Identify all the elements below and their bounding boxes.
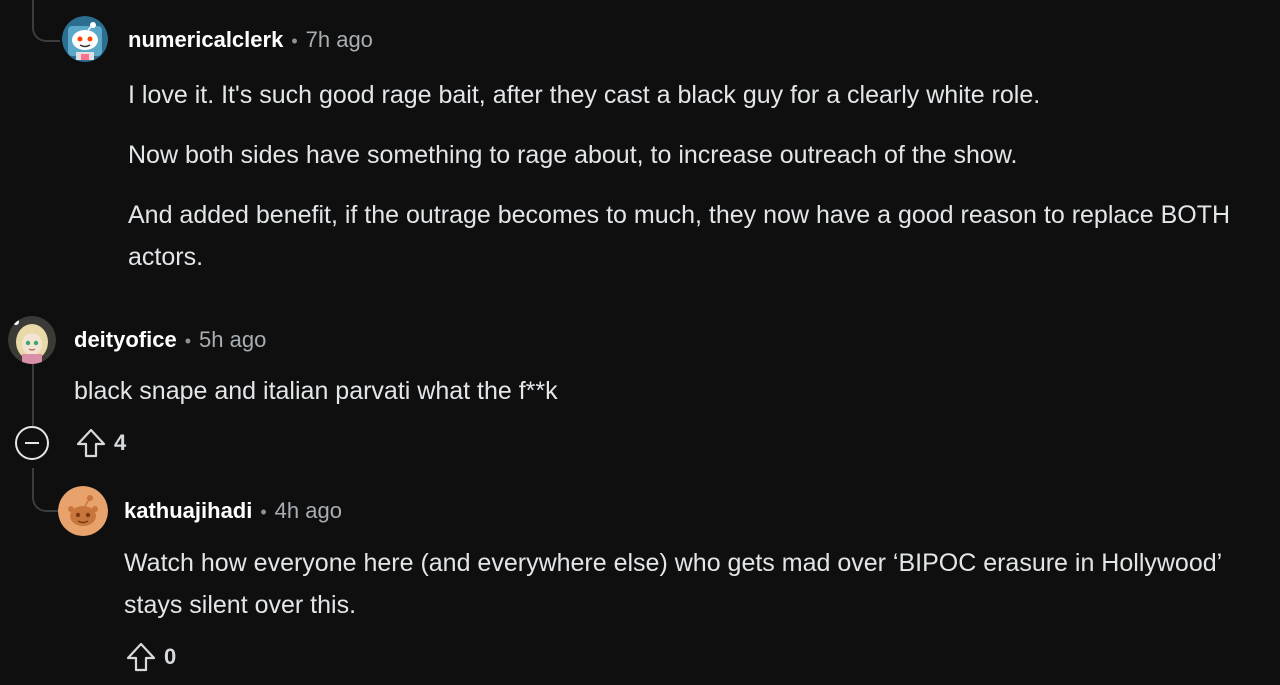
comment-paragraph: And added benefit, if the outrage become… [128,201,1231,271]
vote-bar: 4 [74,426,126,460]
vote-count: 0 [164,644,177,669]
comment-paragraph: I love it. It's such good rage bait, aft… [128,81,1041,109]
vote-bar: 0 [124,640,176,674]
reddit-robot-avatar-icon [62,16,108,62]
collapse-thread-button[interactable] [15,426,49,460]
comment-meta: numericalclerk • 7h ago [128,27,373,53]
comment-paragraph: Now both sides have something to rage ab… [128,141,1018,169]
username-link[interactable]: numericalclerk [128,27,283,53]
separator-dot: • [184,331,192,351]
username-link[interactable]: deityofice [74,327,177,353]
upvote-icon[interactable] [74,426,108,460]
avatar-kathuajihadi[interactable] [58,486,108,536]
timestamp[interactable]: 5h ago [199,327,266,353]
anime-character-avatar-icon [8,316,56,364]
thread-connector [32,0,60,42]
avatar-deityofice[interactable] [8,316,56,364]
upvote-icon[interactable] [124,640,158,674]
separator-dot: • [260,502,267,522]
comment-meta: deityofice • 5h ago [74,327,266,353]
thread-connector [32,468,60,512]
username-link[interactable]: kathuajihadi [124,498,252,524]
vote-count: 4 [114,430,127,455]
comment-meta: kathuajihadi • 4h ago [124,498,342,524]
reddit-snoo-orange-avatar-icon [58,486,108,536]
comment-thread: numericalclerk • 7h ago I love it. It's … [0,0,1280,685]
separator-dot: • [291,31,298,51]
minus-icon [25,442,39,444]
timestamp[interactable]: 7h ago [306,27,373,53]
timestamp[interactable]: 4h ago [275,498,342,524]
avatar-numericalclerk[interactable] [62,16,108,62]
thread-line [32,364,34,426]
comment-paragraph: Watch how everyone here (and everywhere … [124,549,1222,619]
comment-paragraph: black snape and italian parvati what the… [74,377,558,405]
